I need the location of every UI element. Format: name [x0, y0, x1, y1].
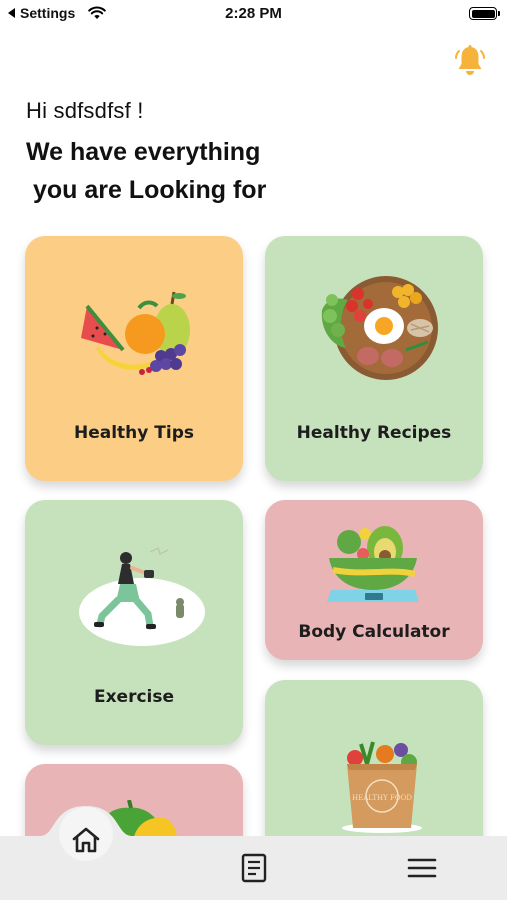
meal-plate-icon — [321, 276, 438, 380]
bag-text: HEALTHY FOOD — [352, 794, 412, 802]
card-exercise[interactable]: Exercise — [25, 500, 243, 745]
notification-bell-icon[interactable] — [453, 44, 487, 80]
nav-documents[interactable] — [234, 848, 274, 888]
card-healthy-tips[interactable]: Healthy Tips — [25, 236, 243, 481]
document-icon — [241, 853, 267, 883]
card-label: Healthy Recipes — [296, 423, 452, 443]
greeting-text: Hi sdfsdfsf ! — [26, 98, 144, 123]
home-icon — [72, 827, 100, 853]
page-headline: We have everything you are Looking for — [26, 138, 267, 204]
bottom-navigation — [0, 806, 507, 900]
workout-woman-icon — [79, 546, 205, 646]
menu-icon — [407, 858, 437, 878]
nav-home[interactable] — [66, 820, 106, 860]
card-label: Healthy Tips — [74, 423, 194, 443]
status-time: 2:28 PM — [225, 5, 282, 22]
battery-icon — [469, 7, 500, 20]
card-healthy-recipes[interactable]: Healthy Recipes — [265, 236, 483, 481]
fruits-icon — [81, 291, 190, 375]
scale-food-icon — [327, 526, 419, 602]
nav-menu[interactable] — [402, 848, 442, 888]
card-label: Exercise — [93, 687, 175, 707]
card-label: Body Calculator — [298, 622, 450, 642]
card-body-calculator[interactable]: Body Calculator — [265, 500, 483, 660]
status-bar: Settings 2:28 PM — [0, 0, 507, 30]
